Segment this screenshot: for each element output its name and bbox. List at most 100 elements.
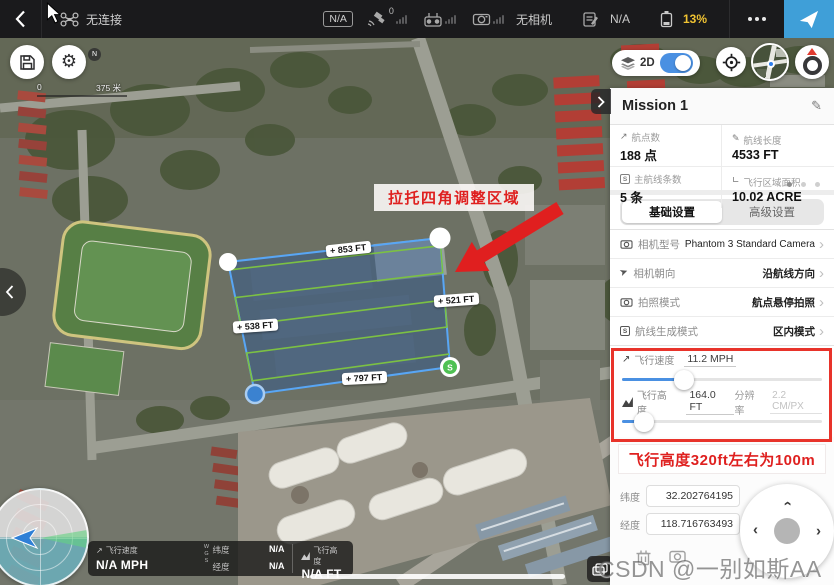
mission-stats: ↗航点数 188 点 ✎航线长度 4533 FT S主航线条数 5 条 ∟飞行区… (610, 125, 834, 195)
stat-label: 航点数 (632, 130, 661, 144)
setting-row-route-mode[interactable]: S 航线生成模式 区内模式 › (610, 316, 834, 345)
compass-graphics (0, 490, 89, 585)
setting-row-camera-model[interactable]: 相机型号 Phantom 3 Standard Camera › (610, 229, 834, 258)
rc-signal-bars (445, 15, 456, 24)
nudge-up-button[interactable]: › (780, 501, 795, 506)
telemetry-coords: WGS 纬度 N/A 经度 N/A (195, 544, 294, 573)
telemetry-lat-label: 纬度 (212, 544, 229, 556)
latitude-row: 纬度 (620, 485, 740, 507)
chevron-left-icon (5, 285, 14, 299)
checklist-status: N/A (610, 12, 630, 26)
nudge-right-button[interactable]: › (816, 524, 821, 539)
minimap-location-dot (767, 60, 775, 68)
layers-icon (621, 57, 635, 70)
heading-wedge (40, 530, 87, 548)
map-2d-toggle[interactable] (660, 53, 693, 73)
latitude-input[interactable] (646, 485, 740, 507)
view-mode-pill: 2D (612, 50, 700, 76)
telemetry-lat-value: N/A (269, 544, 285, 556)
ruler-icon: ∟ (732, 177, 740, 186)
app-screen: S + 853 FT + 521 FT + 538 FT + 797 FT 拉托… (0, 0, 834, 585)
compass-ring (803, 56, 822, 75)
telemetry-lng-label: 经度 (212, 561, 229, 573)
mission-header: Mission 1 ✎ (610, 88, 834, 125)
chevron-right-icon: › (819, 266, 824, 281)
satellite-icon (367, 11, 387, 27)
mission-title: Mission 1 (622, 98, 688, 114)
connection-status-label: 无连接 (86, 11, 122, 28)
setting-value: 航点悬停拍照 (752, 295, 815, 310)
pencil-icon: ✎ (732, 135, 740, 144)
speed-icon: ↗ (96, 547, 103, 555)
connection-status: 无连接 (60, 11, 122, 28)
edit-mission-button[interactable]: ✎ (811, 99, 822, 114)
satellite-count: 0 (389, 6, 394, 16)
waypoint-icon: ↗ (620, 133, 628, 142)
nudge-center-button[interactable] (774, 518, 800, 544)
setting-value: Phantom 3 Standard Camera (685, 239, 815, 250)
top-bar: 无连接 N/A 0 无相机 N/A (0, 0, 834, 38)
satellite-signal-bars (396, 15, 407, 24)
setting-row-camera-heading[interactable]: ➤ 相机朝向 沿航线方向 › (610, 258, 834, 287)
locate-icon (722, 53, 741, 72)
takeoff-button[interactable] (784, 0, 834, 38)
telemetry-alt-label: 飞行高度 (313, 545, 345, 567)
stat-value: 5 条 (620, 187, 713, 206)
setting-label: 相机朝向 (633, 266, 675, 281)
annotation-note: 飞行高度320ft左右为100m (619, 445, 825, 473)
stats-pager-dots[interactable] (787, 182, 820, 187)
drone-icon (60, 12, 79, 27)
aircraft-arrow (12, 528, 37, 548)
setting-label: 拍照模式 (638, 295, 680, 310)
nudge-left-button[interactable]: › (753, 524, 758, 539)
telemetry-speed-label: 飞行速度 (106, 545, 138, 556)
battery-percent: 13% (683, 12, 707, 26)
back-button[interactable] (0, 0, 42, 38)
mission-panel: Mission 1 ✎ ↗航点数 188 点 ✎航线长度 4533 FT S主航… (610, 88, 834, 585)
locate-button[interactable] (716, 47, 746, 77)
more-menu-button[interactable] (729, 0, 766, 38)
telemetry-lng-value: N/A (269, 561, 285, 573)
telemetry-altitude: 飞行高度 N/A FT (301, 544, 345, 573)
chevron-left-icon (15, 10, 26, 28)
setting-row-photo-mode[interactable]: 拍照模式 航点悬停拍照 › (610, 287, 834, 316)
telemetry-bar: ↗飞行速度 N/A MPH WGS 纬度 N/A 经度 N/A 飞行高度 N/A F… (88, 541, 353, 576)
minimap-block (757, 69, 766, 77)
top-bar-status-cluster: N/A 0 无相机 N/A (323, 0, 834, 38)
wgs-label: WGS (203, 544, 209, 573)
setting-label: 相机型号 (638, 237, 680, 252)
battery-icon[interactable] (660, 10, 673, 28)
setting-value: 区内模式 (773, 324, 815, 339)
compass-button[interactable] (795, 45, 829, 79)
heading-icon: ➤ (619, 267, 630, 279)
camera-icon (472, 12, 491, 26)
stat-area: ∟飞行区域面积 10.02 ACRE (722, 167, 834, 208)
panel-collapse-handle[interactable] (591, 89, 611, 114)
stat-route-length: ✎航线长度 4533 FT (722, 125, 834, 167)
minimap-block (776, 49, 786, 57)
compass-north-needle (807, 48, 817, 55)
minimap-button[interactable] (751, 43, 789, 81)
attitude-compass (0, 488, 89, 585)
setting-label: 航线生成模式 (635, 324, 698, 339)
altitude-icon (301, 552, 310, 560)
gear-icon: ⚙ (61, 53, 77, 71)
annotation-box-flight-params (611, 348, 832, 442)
telemetry-speed: ↗飞行速度 N/A MPH (96, 544, 187, 573)
home-indicator[interactable] (310, 574, 565, 579)
stat-label: 主航线条数 (634, 172, 682, 186)
camera-signal-bars (493, 15, 504, 24)
latitude-label: 纬度 (620, 489, 646, 504)
stat-value: 4533 FT (732, 148, 826, 162)
chevron-right-icon: › (819, 295, 824, 310)
gps-mode-badge[interactable]: N/A (323, 11, 353, 27)
save-mission-button[interactable] (10, 45, 44, 79)
airplane-icon (798, 9, 820, 29)
longitude-input[interactable] (646, 513, 740, 535)
map-settings-button[interactable]: ⚙ (52, 45, 86, 79)
view-mode-label: 2D (640, 57, 655, 69)
mouse-cursor (46, 2, 62, 24)
checklist-icon[interactable] (582, 11, 600, 28)
telemetry-speed-value: N/A MPH (96, 558, 187, 572)
scale-start-label: 0 (37, 82, 42, 92)
